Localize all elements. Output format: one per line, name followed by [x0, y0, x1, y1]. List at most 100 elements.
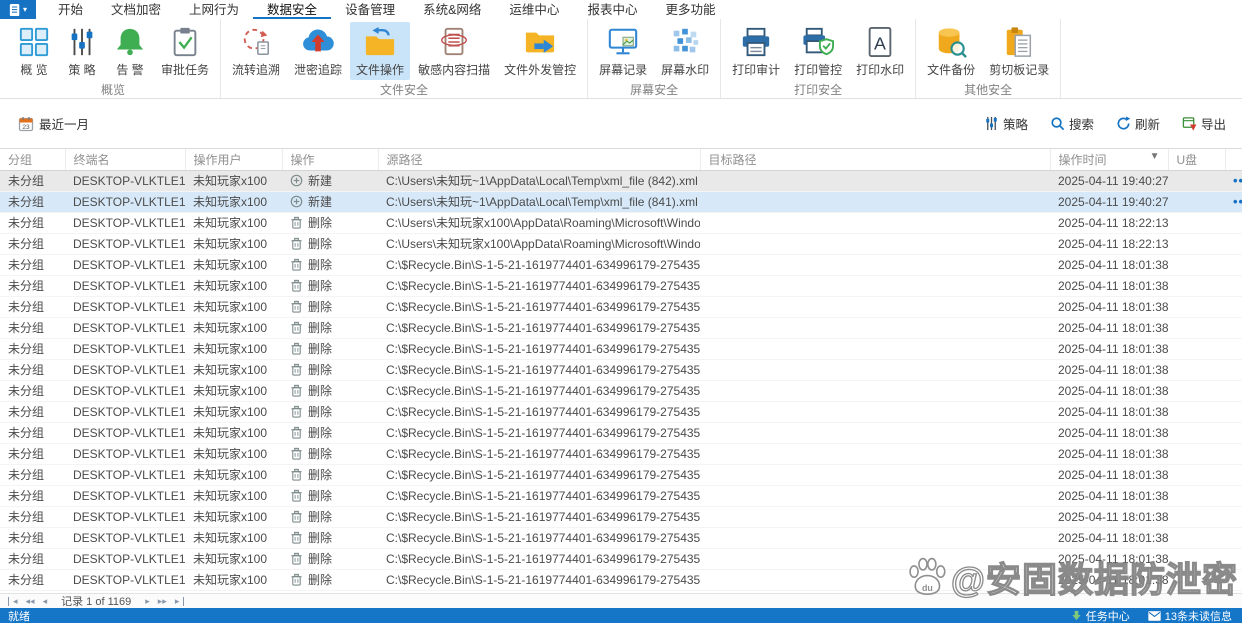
table-row[interactable]: 未分组 DESKTOP-VLKTLE1 未知玩家x100 删除 C:\$Recycle.…: [0, 296, 1242, 318]
cell-target: [700, 212, 1050, 234]
action-label: 新建: [308, 195, 333, 209]
svg-text:23: 23: [22, 124, 30, 131]
menu-tab-3[interactable]: 上网行为: [175, 0, 253, 19]
approval-tasks-icon: [169, 26, 201, 58]
column-header-action: 操作: [282, 149, 379, 171]
cell-user: 未知玩家x100: [185, 548, 282, 570]
cell-target: [700, 569, 1050, 591]
ribbon-button-print-watermark[interactable]: A 打印水印: [850, 22, 910, 80]
cell-source: C:\$Recycle.Bin\S-1-5-21-1619774401-6349…: [378, 548, 700, 570]
row-menu-button[interactable]: •••: [1233, 194, 1242, 209]
ribbon-button-policy-sliders[interactable]: 策 略: [59, 22, 105, 80]
table-row[interactable]: 未分组 DESKTOP-VLKTLE1 未知玩家x100 删除 C:\$Recycle.…: [0, 422, 1242, 444]
time-filter-dropdown-icon[interactable]: ▼: [1150, 151, 1160, 162]
table-row[interactable]: 未分组 DESKTOP-VLKTLE1 未知玩家x100 删除 C:\Users\未知玩…: [0, 212, 1242, 234]
flow-trace-icon: [240, 26, 272, 58]
cell-time: 2025-04-11 18:22:13: [1050, 233, 1168, 255]
menu-tab-2[interactable]: 文档加密: [97, 0, 175, 19]
cell-user: 未知玩家x100: [185, 275, 282, 297]
row-menu-button[interactable]: •••: [1233, 173, 1242, 188]
table-row[interactable]: 未分组 DESKTOP-VLKTLE1 未知玩家x100 删除 C:\$Recycle.…: [0, 548, 1242, 570]
menu-tab-4[interactable]: 数据安全: [253, 0, 332, 19]
cell-user: 未知玩家x100: [185, 443, 282, 465]
cell-user: 未知玩家x100: [185, 191, 282, 213]
table-row[interactable]: 未分组 DESKTOP-VLKTLE1 未知玩家x100 删除 C:\$Recycle.…: [0, 506, 1242, 528]
cell-time: 2025-04-11 18:01:38: [1050, 485, 1168, 507]
table-row[interactable]: 未分组 DESKTOP-VLKTLE1 未知玩家x100 删除 C:\$Recycle.…: [0, 401, 1242, 423]
menu-tab-6[interactable]: 系统&网络: [409, 0, 495, 19]
cell-usb: [1168, 191, 1225, 213]
fast-prev-page-button[interactable]: ◂◂: [22, 596, 39, 606]
ribbon-button-file-operation[interactable]: 文件操作: [350, 22, 411, 80]
policy-small-button[interactable]: 策略: [984, 114, 1028, 133]
table-row[interactable]: 未分组 DESKTOP-VLKTLE1 未知玩家x100 删除 C:\$Recycle.…: [0, 464, 1242, 486]
cell-usb: [1168, 380, 1225, 402]
ribbon-group-label: 文件安全: [380, 83, 429, 97]
unread-messages-button[interactable]: 13条未读信息: [1147, 608, 1232, 623]
cell-target: [700, 380, 1050, 402]
ribbon-button-screen-record[interactable]: 屏幕记录: [593, 22, 653, 80]
ribbon-button-label: 打印管控: [794, 63, 843, 77]
app-menu-button[interactable]: ▾: [0, 0, 36, 19]
cell-source: C:\Users\未知玩~1\AppData\Local\Temp\xml_fi…: [378, 170, 700, 192]
ribbon-button-file-backup[interactable]: 文件备份: [921, 22, 981, 80]
plus-circle-icon: [290, 174, 303, 187]
cell-group: 未分组: [0, 296, 65, 318]
table-row[interactable]: 未分组 DESKTOP-VLKTLE1 未知玩家x100 删除 C:\$Recycle.…: [0, 569, 1242, 591]
first-page-button[interactable]: ◂: [8, 596, 22, 606]
cell-source: C:\$Recycle.Bin\S-1-5-21-1619774401-6349…: [378, 401, 700, 423]
export-button[interactable]: 导出: [1182, 114, 1226, 133]
table-row[interactable]: 未分组 DESKTOP-VLKTLE1 未知玩家x100 删除 C:\$Recycle.…: [0, 275, 1242, 297]
ribbon-group: 文件备份 剪切板记录 其他安全: [916, 19, 1062, 98]
cell-group: 未分组: [0, 359, 65, 381]
cell-source: C:\$Recycle.Bin\S-1-5-21-1619774401-6349…: [378, 359, 700, 381]
menu-tab-1[interactable]: 开始: [44, 0, 97, 19]
plus-circle-icon: [290, 195, 303, 208]
cell-terminal: DESKTOP-VLKTLE1: [65, 569, 185, 591]
prev-page-button[interactable]: ◂: [39, 596, 52, 606]
last-page-button[interactable]: ▸: [171, 596, 185, 606]
table-row[interactable]: 未分组 DESKTOP-VLKTLE1 未知玩家x100 删除 C:\$Recycle.…: [0, 359, 1242, 381]
cell-terminal: DESKTOP-VLKTLE1: [65, 443, 185, 465]
ribbon-button-leak-trace[interactable]: 泄密追踪: [288, 22, 348, 80]
table-row[interactable]: 未分组 DESKTOP-VLKTLE1 未知玩家x100 新建 C:\Users\未知玩…: [0, 191, 1242, 213]
ribbon-button-overview-grid[interactable]: 概 览: [11, 22, 57, 80]
ribbon-button-sensitive-scan[interactable]: 敏感内容扫描: [412, 22, 496, 80]
table-row[interactable]: 未分组 DESKTOP-VLKTLE1 未知玩家x100 删除 C:\$Recycle.…: [0, 338, 1242, 360]
ribbon-button-flow-trace[interactable]: 流转追溯: [226, 22, 286, 80]
table-row[interactable]: 未分组 DESKTOP-VLKTLE1 未知玩家x100 删除 C:\$Recycle.…: [0, 443, 1242, 465]
ribbon-button-print-audit[interactable]: 打印审计: [726, 22, 786, 80]
search-button[interactable]: 搜索: [1050, 114, 1094, 133]
next-page-button[interactable]: ▸: [141, 596, 154, 606]
table-row[interactable]: 未分组 DESKTOP-VLKTLE1 未知玩家x100 新建 C:\Users\未知玩…: [0, 170, 1242, 192]
refresh-button[interactable]: 刷新: [1116, 114, 1160, 133]
table-row[interactable]: 未分组 DESKTOP-VLKTLE1 未知玩家x100 删除 C:\$Recycle.…: [0, 485, 1242, 507]
cell-action: 删除: [282, 422, 378, 444]
fast-next-page-button[interactable]: ▸▸: [154, 596, 171, 606]
policy-small-icon: [984, 116, 999, 131]
ribbon-button-approval-tasks[interactable]: 审批任务: [155, 22, 215, 80]
menu-tab-7[interactable]: 运维中心: [495, 0, 573, 19]
ribbon-group-label: 概览: [101, 83, 126, 97]
task-center-button[interactable]: 任务中心: [1071, 608, 1130, 623]
action-label: 删除: [308, 216, 333, 230]
table-row[interactable]: 未分组 DESKTOP-VLKTLE1 未知玩家x100 删除 C:\$Recycle.…: [0, 254, 1242, 276]
table-row[interactable]: 未分组 DESKTOP-VLKTLE1 未知玩家x100 删除 C:\$Recycle.…: [0, 317, 1242, 339]
menu-tab-8[interactable]: 报表中心: [573, 0, 651, 19]
ribbon-button-clipboard-record[interactable]: 剪切板记录: [983, 22, 1055, 80]
menu-tab-5[interactable]: 设备管理: [331, 0, 409, 19]
column-header-source: 源路径: [378, 149, 701, 171]
table-row[interactable]: 未分组 DESKTOP-VLKTLE1 未知玩家x100 删除 C:\$Recycle.…: [0, 380, 1242, 402]
ribbon-button-screen-watermark[interactable]: 屏幕水印: [655, 22, 715, 80]
cell-group: 未分组: [0, 275, 65, 297]
cell-usb: [1168, 317, 1225, 339]
cell-target: [700, 254, 1050, 276]
ribbon-button-alert-bell[interactable]: 告 警: [107, 22, 153, 80]
date-range-button[interactable]: 23 最近一月: [18, 114, 89, 133]
table-row[interactable]: 未分组 DESKTOP-VLKTLE1 未知玩家x100 删除 C:\Users\未知玩…: [0, 233, 1242, 255]
menu-tab-9[interactable]: 更多功能: [651, 0, 729, 19]
table-row[interactable]: 未分组 DESKTOP-VLKTLE1 未知玩家x100 删除 C:\$Recycle.…: [0, 527, 1242, 549]
action-label: 删除: [308, 489, 333, 503]
ribbon-button-print-control[interactable]: 打印管控: [788, 22, 848, 80]
ribbon-button-file-outgoing[interactable]: 文件外发管控: [498, 22, 582, 80]
